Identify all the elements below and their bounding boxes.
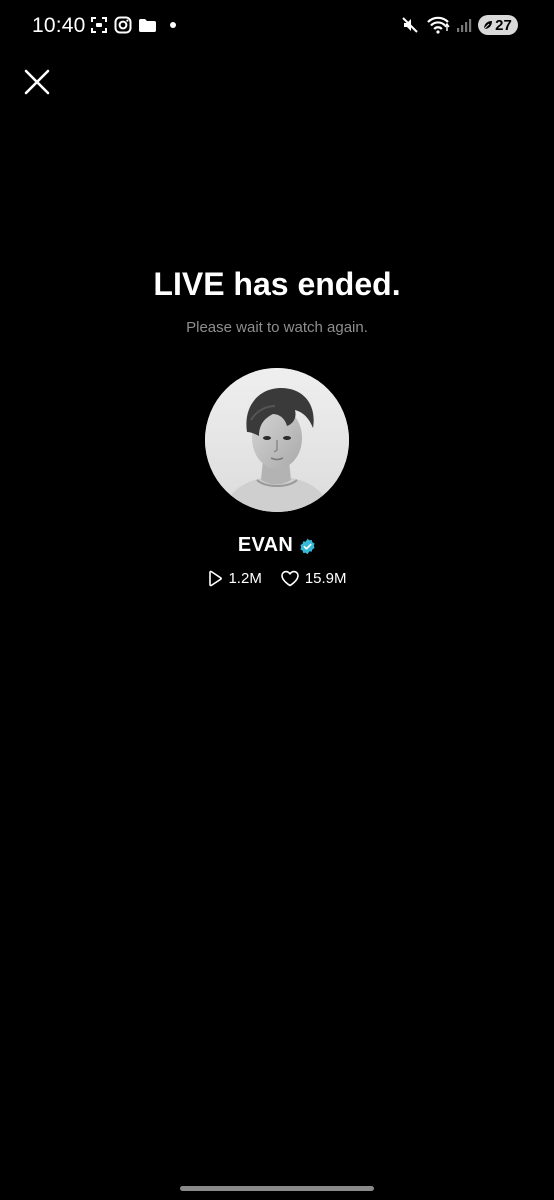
- mute-icon: [400, 15, 420, 35]
- likes-stat: 15.9M: [280, 570, 347, 587]
- play-icon: [209, 570, 223, 587]
- wifi-icon: [426, 15, 450, 35]
- status-time: 10:40: [32, 14, 86, 37]
- verified-badge-icon: [299, 538, 316, 555]
- heart-icon: [281, 570, 299, 587]
- screenshot-icon: [90, 16, 108, 34]
- avatar-photo: [205, 368, 349, 512]
- plays-stat: 1.2M: [207, 570, 262, 587]
- signal-icon: [456, 17, 472, 33]
- notification-dot-icon: [169, 21, 177, 29]
- home-indicator[interactable]: [180, 1186, 374, 1191]
- instagram-icon: [114, 16, 132, 34]
- status-bar: 10:40 27: [0, 0, 554, 54]
- creator-row[interactable]: EVAN: [0, 534, 554, 557]
- plays-count: 1.2M: [228, 570, 262, 587]
- live-ended-title: LIVE has ended.: [153, 266, 401, 302]
- creator-stats: 1.2M 15.9M: [0, 570, 554, 587]
- creator-name: EVAN: [237, 534, 294, 556]
- battery-icon: 27: [478, 15, 518, 35]
- likes-count: 15.9M: [304, 570, 347, 587]
- creator-avatar[interactable]: [205, 368, 349, 512]
- folder-icon: [138, 17, 157, 34]
- live-ended-subtitle: Please wait to watch again.: [186, 319, 368, 336]
- status-left-icons: [90, 16, 177, 34]
- close-icon: [24, 69, 50, 95]
- battery-level: 27: [495, 16, 512, 34]
- close-button[interactable]: [22, 67, 52, 97]
- battery-saver-leaf-icon: [483, 21, 493, 30]
- status-right-icons: 27: [400, 15, 518, 35]
